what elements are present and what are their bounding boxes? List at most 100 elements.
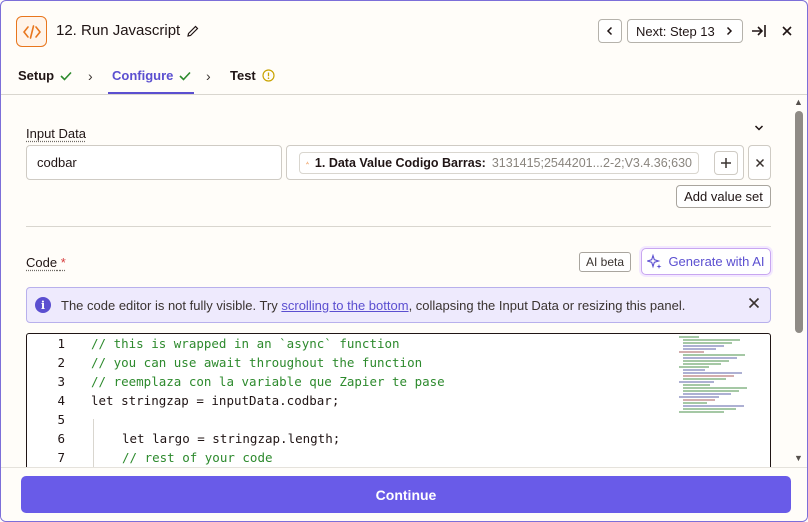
chevron-left-icon [606,26,613,36]
panel-header: 12. Run Javascript Next: Step 13 [1,1,807,59]
minimap-line [683,402,707,404]
info-icon: i [35,297,51,313]
code-line: 3 // reemplaza con la variable que Zapier… [27,372,677,391]
notice-suffix: , collapsing the Input Data or resizing … [408,297,686,313]
input-value-field[interactable]: 1. Data Value Codigo Barras: 3131415;254… [286,145,744,180]
minimap-line [683,354,745,356]
next-step-label: Next: Step 13 [636,23,715,39]
code-line: 1 // this is wrapped in an `async` functi… [27,334,677,353]
minimap-line [679,381,714,383]
webhook-icon [306,161,309,165]
code-text: let stringzap = inputData.codbar; [91,393,340,408]
tab-setup[interactable]: Setup [18,68,72,83]
code-text: // you can use await throughout the func… [91,355,423,370]
minimap-line [679,396,719,398]
minimap-line [683,399,715,401]
warning-icon [262,69,275,82]
next-step-button[interactable]: Next: Step 13 [627,19,743,43]
mapped-field-pill[interactable]: 1. Data Value Codigo Barras: 3131415;254… [299,152,699,174]
tab-test[interactable]: Test [230,68,275,83]
minimap-line [683,408,736,410]
minimap-line [679,351,704,353]
chevron-right-icon: › [88,68,93,84]
minimap-line [683,363,721,365]
minimap-line [683,339,740,341]
scroll-up-arrow-icon[interactable]: ▲ [794,97,803,107]
input-key-field[interactable]: codbar [26,145,282,180]
chevron-right-icon [726,26,733,36]
indent-guide [93,419,94,472]
minimap-line [683,390,739,392]
line-number: 1 [57,336,65,351]
code-text: // reemplaza con la variable que Zapier … [91,374,445,389]
mapped-field-sample: 3131415;2544201...2-2;V3.4.36;630 [491,156,692,170]
minimap-line [683,393,731,395]
minimap-line [683,348,716,350]
code-text: // rest of your code [122,450,273,465]
step-tabs: Setup › Configure › Test [1,59,807,95]
code-minimap[interactable] [679,336,759,416]
generate-with-ai-button[interactable]: Generate with AI [641,248,771,275]
line-number: 3 [57,374,65,389]
check-icon [179,71,191,81]
ai-beta-badge: AI beta [579,252,631,272]
active-tab-indicator [108,92,194,94]
scroll-down-arrow-icon[interactable]: ▼ [794,453,803,463]
section-divider [26,226,771,227]
code-line: 5 [27,410,677,429]
minimap-line [683,342,732,344]
minimap-line [683,375,734,377]
code-editor[interactable]: 1 // this is wrapped in an `async` functi… [26,333,771,473]
step-title[interactable]: 12. Run Javascript [56,22,200,39]
scrollbar-thumb[interactable] [795,111,803,333]
input-data-label: Input Data [26,126,86,141]
notice-text: The code editor is not fully visible. Tr… [61,298,685,313]
minimap-line [683,384,710,386]
collapse-panel-icon[interactable] [749,21,769,41]
continue-button[interactable]: Continue [21,476,791,513]
code-line: 7 // rest of your code [27,448,677,467]
code-label: Code * [26,255,66,270]
insert-data-button[interactable] [714,151,738,175]
minimap-line [683,378,726,380]
add-value-set-button[interactable]: Add value set [676,185,771,208]
line-number: 6 [57,431,65,446]
panel-footer: Continue [1,467,807,521]
code-text: // this is wrapped in an `async` functio… [91,336,400,351]
step-panel: 12. Run Javascript Next: Step 13 Setup ›… [0,0,808,522]
sparkle-icon [647,254,662,269]
line-number: 2 [57,355,65,370]
previous-step-button[interactable] [598,19,622,43]
minimap-line [683,372,742,374]
minimap-line [683,405,744,407]
minimap-line [683,357,737,359]
line-number: 4 [57,393,65,408]
minimap-line [679,336,699,338]
check-icon [60,71,72,81]
minimap-line [679,366,709,368]
tab-configure[interactable]: Configure [112,68,191,83]
tab-setup-label: Setup [18,68,55,83]
chevron-right-icon: › [206,68,211,84]
chevron-down-icon[interactable] [749,118,769,138]
close-icon [755,158,764,167]
remove-input-button[interactable] [748,145,771,180]
minimap-line [683,360,729,362]
tab-configure-label: Configure [112,68,174,83]
step-title-text: 12. Run Javascript [56,22,181,39]
code-label-text: Code [26,255,58,270]
tab-test-label: Test [230,68,256,83]
code-line: 2 // you can use await throughout the fun… [27,353,677,372]
line-number: 5 [57,412,65,427]
close-icon[interactable] [748,296,760,314]
notice-prefix: The code editor is not fully visible. Tr… [61,297,282,313]
close-icon[interactable] [777,21,797,41]
scroll-to-bottom-link[interactable]: scrolling to the bottom [281,298,408,313]
pencil-icon[interactable] [186,24,200,38]
plus-icon [721,158,731,168]
panel-scrollbar[interactable]: ▲ ▼ [792,97,806,467]
editor-visibility-notice: i The code editor is not fully visible. … [26,287,771,323]
required-marker: * [60,255,66,270]
generate-with-ai-label: Generate with AI [668,254,765,269]
code-line: 6 let largo = stringzap.length; [27,429,677,448]
